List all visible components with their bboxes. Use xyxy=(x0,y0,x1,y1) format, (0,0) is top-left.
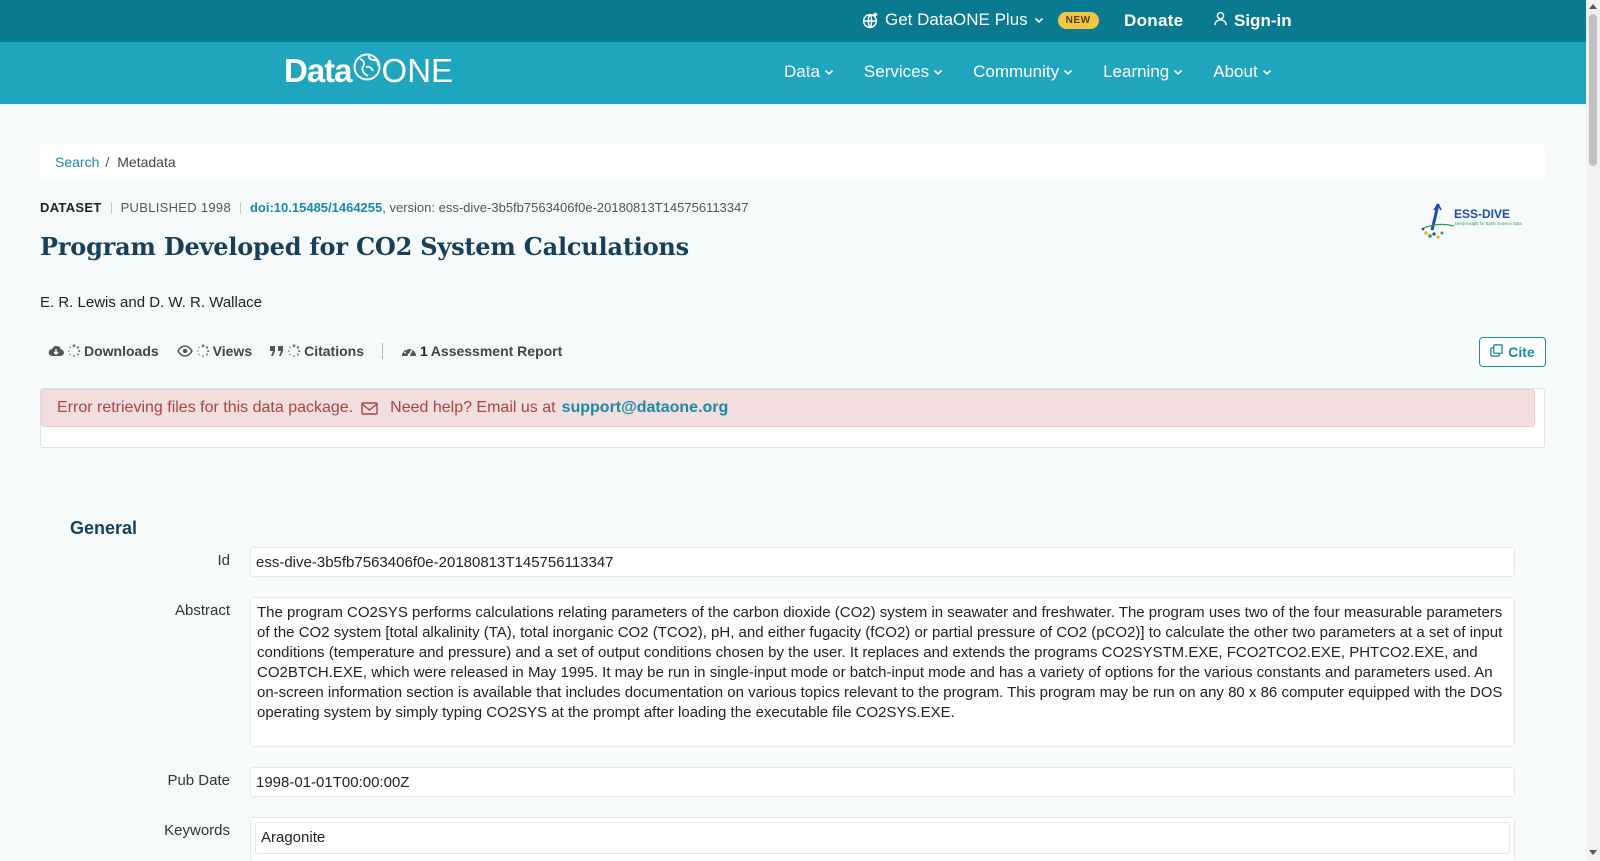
chevron-down-icon xyxy=(1262,62,1272,82)
error-alert: Error retrieving files for this data pac… xyxy=(41,389,1535,427)
nav-item-label: Community xyxy=(973,62,1060,81)
sign-in-link[interactable]: Sign-in xyxy=(1213,11,1292,31)
id-field-label: Id xyxy=(217,552,230,569)
help-text: Need help? Email us at xyxy=(390,399,556,416)
views-label: Views xyxy=(212,343,253,359)
logo-text-data: Data xyxy=(284,52,353,89)
general-section-heading: General xyxy=(70,518,138,538)
version-text: , version: ess-dive-3b5fb7563406f0e-2018… xyxy=(382,200,749,215)
eye-icon xyxy=(176,345,193,357)
ess-dive-logo-tagline: Deep Insight for Earth Science Data xyxy=(1455,221,1522,226)
loading-spinner-icon xyxy=(287,344,301,358)
ess-dive-logo-name: ESS-DIVE xyxy=(1454,207,1510,221)
breadcrumb-separator: / xyxy=(105,154,110,170)
loading-spinner-icon xyxy=(67,344,81,358)
page-scrollbar[interactable] xyxy=(1586,0,1600,861)
assessment-count: 1 xyxy=(420,343,428,359)
cite-button[interactable]: Cite xyxy=(1479,337,1546,367)
cite-label: Cite xyxy=(1508,344,1535,360)
keywords-field-label: Keywords xyxy=(164,822,230,839)
scroll-down-arrow-icon[interactable] xyxy=(1589,850,1597,855)
chevron-down-icon xyxy=(933,62,943,82)
divider xyxy=(382,343,383,359)
get-dataone-plus-menu[interactable]: Get DataONE Plus NEW xyxy=(862,10,1099,30)
abstract-field-value: The program CO2SYS performs calculations… xyxy=(250,597,1515,747)
authors: E. R. Lewis and D. W. R. Wallace xyxy=(40,294,263,311)
scrollbar-thumb[interactable] xyxy=(1589,14,1597,166)
dashboard-gauge-icon xyxy=(401,344,417,358)
sign-in-label: Sign-in xyxy=(1234,11,1292,30)
copy-icon xyxy=(1490,344,1503,360)
nav-item-label: Data xyxy=(784,62,820,81)
nav-item-about[interactable]: About xyxy=(1213,62,1271,82)
quote-icon xyxy=(270,345,284,357)
nav-item-services[interactable]: Services xyxy=(864,62,943,82)
dataset-title: Program Developed for CO2 System Calcula… xyxy=(40,232,689,261)
globe-plus-icon xyxy=(862,12,879,29)
views-metric[interactable]: Views xyxy=(176,343,253,359)
loading-spinner-icon xyxy=(196,344,210,358)
get-dataone-plus-label: Get DataONE Plus xyxy=(885,10,1028,29)
support-email-link[interactable]: support@dataone.org xyxy=(562,399,729,417)
envelope-icon xyxy=(361,401,378,415)
breadcrumb-current: Metadata xyxy=(117,154,176,170)
metrics-bar: Downloads Views Citations 1 Assessment R… xyxy=(48,343,580,359)
cloud-download-icon xyxy=(48,344,64,358)
user-icon xyxy=(1213,11,1228,31)
breadcrumb: Search / Metadata xyxy=(40,144,1545,180)
ess-dive-repository-logo[interactable]: ESS-DIVE Deep Insight for Earth Science … xyxy=(1420,200,1538,240)
divider xyxy=(239,201,241,214)
nav-item-label: Services xyxy=(863,62,930,81)
divider xyxy=(110,201,112,214)
pubdate-field-value: 1998-01-01T00:00:00Z xyxy=(250,767,1515,797)
nav-menu: Data Services Community Learning About xyxy=(784,62,1272,82)
doi-link[interactable]: doi:10.15485/1464255 xyxy=(250,200,382,215)
citations-metric[interactable]: Citations xyxy=(270,343,364,359)
chevron-down-icon xyxy=(1173,62,1183,82)
donate-link[interactable]: Donate xyxy=(1124,11,1183,31)
abstract-field-label: Abstract xyxy=(174,602,230,619)
scroll-up-arrow-icon[interactable] xyxy=(1589,4,1597,9)
id-field-value: ess-dive-3b5fb7563406f0e-20180813T145756… xyxy=(250,547,1515,577)
published-year: PUBLISHED 1998 xyxy=(120,200,231,215)
logo-text-one: ONE xyxy=(381,52,454,89)
nav-item-learning[interactable]: Learning xyxy=(1103,62,1183,82)
keywords-field-value: Aragonite xyxy=(250,817,1515,861)
keyword-item: Aragonite xyxy=(255,822,1510,854)
citation-meta-line: DATASET PUBLISHED 1998 doi:10.15485/1464… xyxy=(40,200,748,215)
assessment-report-metric[interactable]: 1 Assessment Report xyxy=(401,343,562,359)
dataset-type-label: DATASET xyxy=(40,200,102,215)
breadcrumb-search-link[interactable]: Search xyxy=(55,154,99,170)
new-badge: NEW xyxy=(1057,11,1099,29)
globe-logo-icon xyxy=(352,52,382,90)
nav-item-label: Learning xyxy=(1103,62,1170,81)
nav-item-community[interactable]: Community xyxy=(973,62,1073,82)
pubdate-field-label: Pub Date xyxy=(167,772,230,789)
chevron-down-icon xyxy=(824,62,834,82)
error-message: Error retrieving files for this data pac… xyxy=(57,399,354,416)
dataone-logo[interactable]: Data ONE xyxy=(284,52,453,90)
downloads-label: Downloads xyxy=(84,343,159,359)
top-utility-bar: Get DataONE Plus NEW Donate Sign-in xyxy=(0,0,1586,42)
main-navbar: Data ONE Data Services Community Learning Ab… xyxy=(0,42,1586,104)
downloads-metric[interactable]: Downloads xyxy=(48,343,159,359)
data-files-panel: Error retrieving files for this data pac… xyxy=(40,388,1545,448)
nav-item-label: About xyxy=(1213,62,1258,81)
chevron-down-icon xyxy=(1034,15,1044,25)
citations-label: Citations xyxy=(304,343,364,359)
assessment-label: Assessment Report xyxy=(430,343,563,359)
nav-item-data[interactable]: Data xyxy=(784,62,834,82)
chevron-down-icon xyxy=(1063,62,1073,82)
